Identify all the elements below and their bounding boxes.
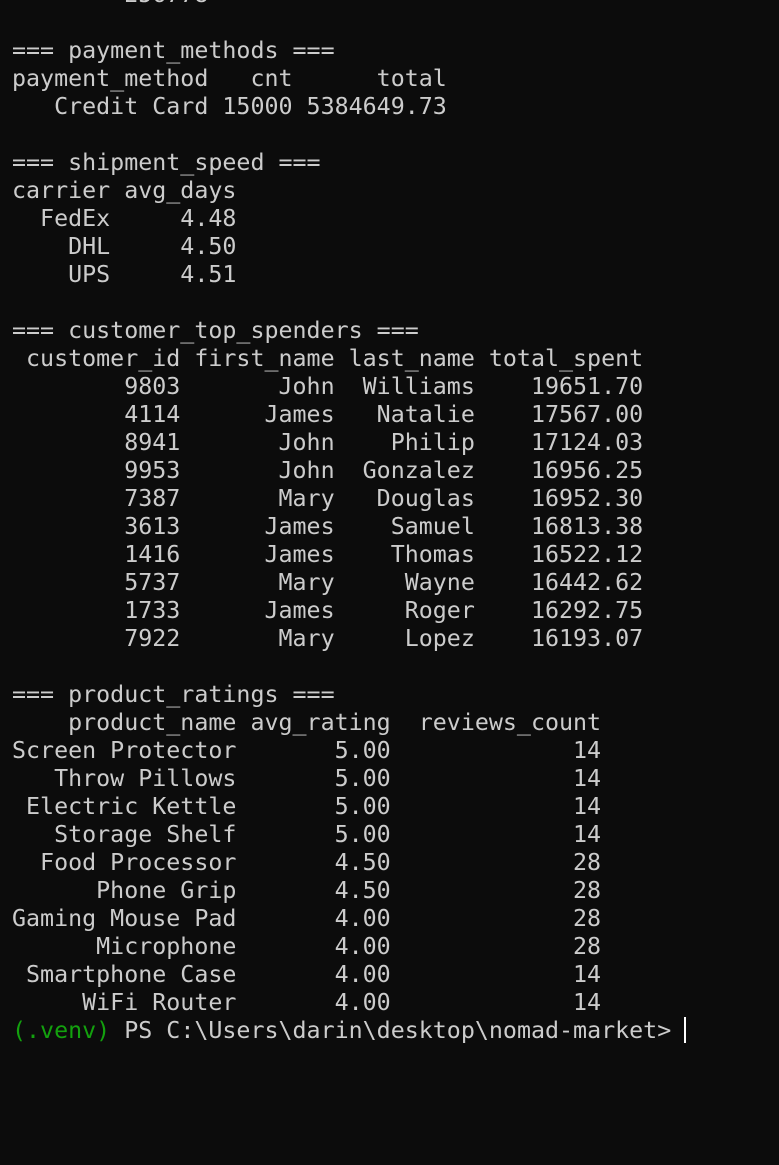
output-line: product_name avg_rating reviews_count bbox=[12, 709, 602, 736]
output-line: 1416 James Thomas 16522.12 bbox=[12, 541, 644, 568]
output-line: DHL 4.50 bbox=[12, 233, 237, 260]
output-line: FedEx 4.48 bbox=[12, 205, 237, 232]
output-line: WiFi Router 4.00 14 bbox=[12, 989, 602, 1016]
output-line: Food Processor 4.50 28 bbox=[12, 849, 602, 876]
output-line: 9953 John Gonzalez 16956.25 bbox=[12, 457, 644, 484]
prompt-path: PS C:\Users\darin\desktop\nomad-market> bbox=[110, 1017, 672, 1044]
output-line: Gaming Mouse Pad 4.00 28 bbox=[12, 905, 602, 932]
output-line: 256778 bbox=[12, 0, 686, 9]
output-line: 7922 Mary Lopez 16193.07 bbox=[12, 625, 644, 652]
output-line: === product_ratings === bbox=[12, 681, 335, 708]
output-line: 9803 John Williams 19651.70 bbox=[12, 373, 644, 400]
output-line: carrier avg_days bbox=[12, 177, 237, 204]
output-line: Microphone 4.00 28 bbox=[12, 933, 602, 960]
text-cursor bbox=[684, 1017, 687, 1043]
output-line: customer_id first_name last_name total_s… bbox=[12, 345, 644, 372]
output-line: Electric Kettle 5.00 14 bbox=[12, 793, 602, 820]
output-line: 8941 John Philip 17124.03 bbox=[12, 429, 644, 456]
output-line: Storage Shelf 5.00 14 bbox=[12, 821, 602, 848]
output-line: === payment_methods === bbox=[12, 37, 335, 64]
output-line: Throw Pillows 5.00 14 bbox=[12, 765, 602, 792]
output-line: UPS 4.51 bbox=[12, 261, 237, 288]
output-line: 3613 James Samuel 16813.38 bbox=[12, 513, 644, 540]
terminal-output[interactable]: 256778 === payment_methods ===payment_met… bbox=[12, 0, 687, 1045]
venv-indicator: (.venv) bbox=[12, 1017, 111, 1044]
output-line: 4114 James Natalie 17567.00 bbox=[12, 401, 644, 428]
output-line: Phone Grip 4.50 28 bbox=[12, 877, 602, 904]
output-line: 7387 Mary Douglas 16952.30 bbox=[12, 485, 644, 512]
prompt-line[interactable]: (.venv) PS C:\Users\darin\desktop\nomad-… bbox=[12, 1017, 687, 1045]
output-line: Screen Protector 5.00 14 bbox=[12, 737, 602, 764]
output-line: Credit Card 15000 5384649.73 bbox=[12, 93, 447, 120]
output-line: 1733 James Roger 16292.75 bbox=[12, 597, 644, 624]
output-line: === shipment_speed === bbox=[12, 149, 321, 176]
output-line: payment_method cnt total bbox=[12, 65, 447, 92]
output-line: === customer_top_spenders === bbox=[12, 317, 419, 344]
output-line: 5737 Mary Wayne 16442.62 bbox=[12, 569, 644, 596]
output-line: Smartphone Case 4.00 14 bbox=[12, 961, 602, 988]
